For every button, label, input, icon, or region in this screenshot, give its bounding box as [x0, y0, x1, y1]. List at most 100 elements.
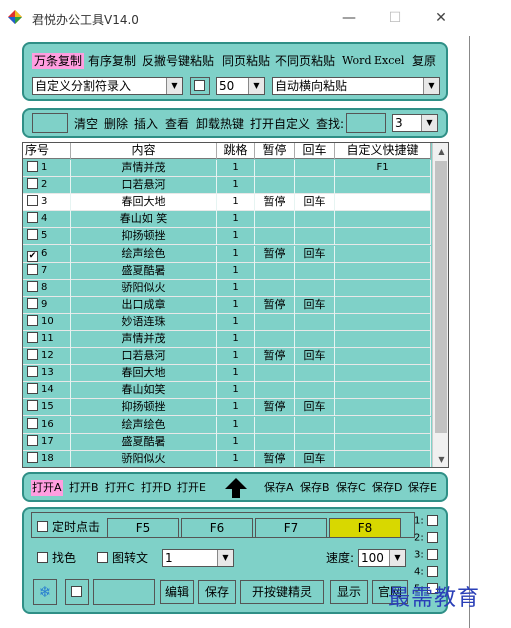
button-excel[interactable]: Excel — [374, 53, 404, 69]
row-checkbox[interactable] — [27, 366, 38, 378]
button-insert[interactable]: 插入 — [134, 116, 158, 132]
button-open-key-sprite[interactable]: 开按键精灵 — [240, 580, 324, 604]
button-f5[interactable]: F5 — [107, 518, 179, 538]
row-checkbox[interactable] — [27, 161, 38, 172]
table-row[interactable]: 16 绘声绘色 1 — [23, 416, 431, 434]
timer-checkbox[interactable] — [37, 521, 48, 532]
toggle-square-box[interactable] — [190, 77, 210, 95]
row-checkbox[interactable] — [27, 400, 38, 412]
table-row[interactable]: 17 盛夏酷暑 1 — [23, 433, 431, 451]
button-view[interactable]: 查看 — [165, 116, 189, 132]
table-row[interactable]: 1 声情并茂 1 F1 — [23, 160, 431, 177]
button-same-page-paste[interactable]: 同页粘贴 — [222, 53, 270, 69]
row-checkbox[interactable] — [27, 178, 38, 190]
column-header-hotkey[interactable]: 自定义快捷键 — [335, 143, 431, 159]
snowflake-button[interactable]: ❄ — [33, 579, 57, 605]
table-row[interactable]: 12 口若悬河 1 暂停 回车 — [23, 348, 431, 366]
button-open-a[interactable]: 打开A — [31, 480, 63, 496]
row-checkbox[interactable] — [27, 212, 38, 224]
slot-3-checkbox[interactable] — [426, 549, 438, 560]
button-restore[interactable]: 复原 — [412, 53, 436, 69]
table-row[interactable]: 8 骄阳似火 1 — [23, 279, 431, 297]
button-bulk-copy[interactable]: 万条复制 — [32, 53, 85, 69]
table-row[interactable]: 3 春回大地 1 暂停 回车 — [23, 194, 431, 212]
row-checkbox[interactable] — [27, 297, 38, 309]
column-header-content[interactable]: 内容 — [71, 143, 217, 159]
button-clear[interactable]: 清空 — [74, 116, 98, 132]
button-ordered-copy[interactable]: 有序复制 — [88, 53, 136, 69]
table-scrollbar[interactable]: ▲ ▼ — [432, 143, 448, 467]
toggle-checkbox[interactable] — [194, 80, 205, 91]
button-open-custom[interactable]: 打开自定义 — [250, 116, 310, 132]
table-row[interactable]: 9 出口成章 1 暂停 回车 — [23, 296, 431, 314]
row-checkbox[interactable] — [27, 383, 38, 395]
find-color-checkbox[interactable] — [37, 552, 48, 563]
separator-mode-select[interactable]: 自定义分割符录入 ▼ — [32, 77, 183, 95]
paste-direction-select[interactable]: 自动横向粘贴 ▼ — [272, 77, 440, 95]
row-checkbox[interactable] — [27, 451, 38, 463]
row-checkbox[interactable] — [27, 229, 38, 241]
small-square-box[interactable] — [65, 579, 89, 605]
button-f8[interactable]: F8 — [329, 518, 401, 538]
table-row[interactable]: 2 口若悬河 1 — [23, 177, 431, 195]
table-row[interactable]: 7 盛夏酷暑 1 — [23, 262, 431, 280]
row-checkbox[interactable] — [27, 349, 38, 361]
button-save-c[interactable]: 保存C — [336, 480, 366, 496]
slot-1-checkbox[interactable] — [426, 515, 438, 526]
table-row[interactable]: 5 抑扬顿挫 1 — [23, 228, 431, 246]
row-checkbox[interactable] — [27, 280, 38, 292]
search-input[interactable] — [346, 113, 386, 133]
row-checkbox[interactable] — [27, 332, 38, 343]
column-header-id[interactable]: 序号 — [23, 143, 71, 159]
row-checkbox[interactable] — [27, 417, 38, 429]
close-button[interactable]: ✕ — [418, 4, 464, 32]
table-row[interactable]: 10 妙语连珠 1 — [23, 313, 431, 331]
button-open-b[interactable]: 打开B — [69, 480, 99, 496]
button-word[interactable]: Word — [342, 53, 371, 69]
row-checkbox[interactable]: ✔ — [27, 250, 38, 262]
table-row[interactable]: 14 春山如笑 1 — [23, 382, 431, 400]
row-checkbox[interactable] — [27, 314, 38, 326]
button-backtick-paste[interactable]: 反撇号键粘贴 — [142, 53, 214, 69]
minimize-button[interactable]: — — [326, 4, 372, 32]
table-row[interactable]: 15 抑扬顿挫 1 暂停 回车 — [23, 399, 431, 417]
button-f6[interactable]: F6 — [181, 518, 253, 538]
row-checkbox[interactable] — [27, 195, 38, 207]
scrollbar-thumb[interactable] — [435, 161, 447, 433]
button-diff-page-paste[interactable]: 不同页粘贴 — [275, 53, 335, 69]
column-header-enter[interactable]: 回车 — [295, 143, 335, 159]
slot-2-checkbox[interactable] — [426, 532, 438, 543]
button-save-a[interactable]: 保存A — [264, 480, 294, 496]
arrow-up-icon[interactable] — [224, 477, 248, 499]
button-edit[interactable]: 编辑 — [160, 580, 194, 604]
column-header-skip[interactable]: 跳格 — [217, 143, 255, 159]
button-open-d[interactable]: 打开D — [141, 480, 171, 496]
button-save[interactable]: 保存 — [198, 580, 236, 604]
button-save-b[interactable]: 保存B — [300, 480, 330, 496]
mode-select[interactable]: 1 ▼ — [162, 549, 234, 567]
table-row[interactable]: 18 骄阳似火 1 暂停 回车 — [23, 450, 431, 467]
button-delete[interactable]: 删除 — [104, 116, 128, 132]
button-open-e[interactable]: 打开E — [177, 480, 206, 496]
small-square-checkbox[interactable] — [71, 586, 82, 597]
button-show[interactable]: 显示 — [330, 580, 368, 604]
scroll-up-icon[interactable]: ▲ — [433, 143, 448, 159]
button-save-d[interactable]: 保存D — [372, 480, 402, 496]
table-row[interactable]: 11 声情并茂 1 — [23, 331, 431, 348]
button-open-c[interactable]: 打开C — [105, 480, 135, 496]
table-row[interactable]: ✔ 6 绘声绘色 1 暂停 回车 — [23, 245, 431, 263]
maximize-button[interactable]: ☐ — [372, 4, 418, 32]
button-f7[interactable]: F7 — [255, 518, 327, 538]
table-row[interactable]: 4 春山如 笑1 — [23, 211, 431, 229]
blank-field[interactable] — [93, 579, 155, 605]
table-row[interactable]: 13 春回大地 1 — [23, 365, 431, 383]
count-select[interactable]: 50 ▼ — [216, 77, 265, 95]
slot-4-checkbox[interactable] — [426, 566, 438, 577]
search-column-select[interactable]: 3 ▼ — [392, 114, 438, 132]
button-unload-hotkeys[interactable]: 卸载热键 — [196, 116, 244, 132]
row-checkbox[interactable] — [27, 263, 38, 275]
column-header-pause[interactable]: 暂停 — [255, 143, 295, 159]
image-to-text-checkbox[interactable] — [97, 552, 108, 563]
scroll-down-icon[interactable]: ▼ — [433, 451, 448, 467]
button-save-e[interactable]: 保存E — [408, 480, 437, 496]
